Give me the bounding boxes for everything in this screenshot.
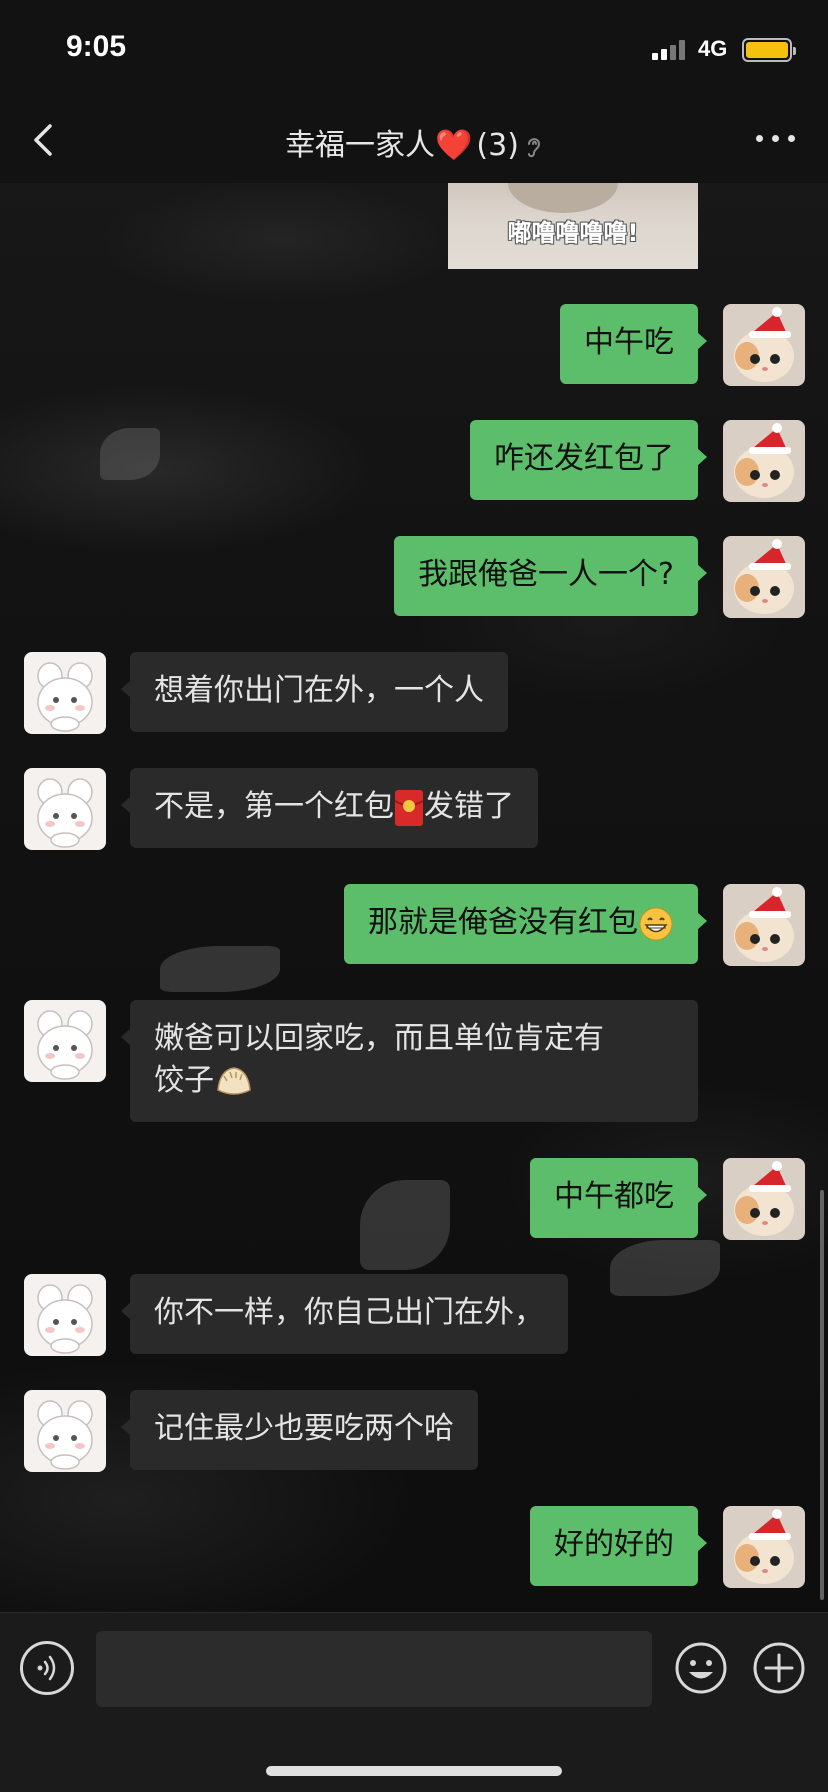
contact-avatar[interactable] — [24, 652, 106, 734]
mute-ear-icon — [527, 137, 540, 157]
incoming-message-bubble[interactable]: 想着你出门在外，一个人 — [121, 652, 508, 732]
incoming-message-bubble[interactable]: 不是，第一个红包 发错了 — [121, 768, 538, 848]
emoji-icon[interactable] — [674, 1641, 728, 1695]
message-text: 中午吃 — [584, 325, 674, 360]
outgoing-message-bubble[interactable]: 我跟俺爸一人一个? — [394, 536, 707, 616]
message-text: 饺子 — [154, 1063, 214, 1098]
wallpaper-leaf — [610, 1240, 720, 1296]
outgoing-message-bubble[interactable]: 中午吃 — [560, 304, 707, 384]
message-text: 咋还发红包了 — [494, 441, 674, 476]
contact-avatar[interactable] — [24, 1000, 106, 1082]
my-avatar[interactable] — [723, 536, 805, 618]
my-avatar[interactable] — [723, 304, 805, 386]
status-time: 9:05 — [66, 30, 127, 63]
outgoing-message-bubble[interactable]: 咋还发红包了 — [470, 420, 707, 500]
my-avatar[interactable] — [723, 884, 805, 966]
member-count: (3) — [476, 128, 519, 163]
message-text: 记住最少也要吃两个哈 — [154, 1411, 454, 1446]
dumpling-icon — [217, 1066, 251, 1095]
wallpaper-leaf — [160, 946, 280, 992]
message-text-input[interactable] — [96, 1631, 652, 1707]
heart-emoji-icon: ❤️ — [435, 128, 473, 163]
outgoing-message-bubble[interactable]: 中午都吃 — [530, 1158, 707, 1238]
scrollbar[interactable] — [820, 1190, 824, 1600]
signal-strength-icon — [652, 38, 692, 60]
message-text: 好的好的 — [554, 1527, 674, 1562]
group-name: 幸福一家人 — [285, 128, 436, 163]
my-avatar[interactable] — [723, 420, 805, 502]
home-indicator[interactable] — [266, 1766, 562, 1776]
battery-icon — [742, 38, 796, 62]
message-text: 我跟俺爸一人一个? — [418, 557, 674, 592]
contact-avatar[interactable] — [24, 768, 106, 850]
plus-icon[interactable] — [752, 1641, 806, 1695]
outgoing-message-bubble[interactable]: 好的好的 — [530, 1506, 707, 1586]
contact-avatar[interactable] — [24, 1274, 106, 1356]
status-bar: 9:05 4G — [0, 0, 828, 100]
message-text: 发错了 — [424, 789, 514, 824]
incoming-message-bubble[interactable]: 嫩爸可以回家吃，而且单位肯定有 饺子 — [121, 1000, 698, 1122]
my-avatar[interactable] — [723, 1506, 805, 1588]
voice-icon[interactable] — [20, 1641, 74, 1695]
chat-title[interactable]: 幸福一家人❤️ (3) — [0, 120, 828, 164]
network-type: 4G — [698, 36, 728, 61]
message-text: 不是，第一个红包 — [154, 789, 394, 824]
wallpaper-leaf — [360, 1180, 450, 1270]
outgoing-message-bubble[interactable]: 那就是俺爸没有红包 — [344, 884, 707, 964]
red-envelope-icon — [394, 789, 424, 826]
message-text: 你不一样，你自己出门在外， — [154, 1295, 544, 1330]
message-text: 想着你出门在外，一个人 — [154, 673, 484, 708]
incoming-message-bubble[interactable]: 记住最少也要吃两个哈 — [121, 1390, 478, 1470]
more-dots-icon[interactable] — [754, 128, 798, 148]
wallpaper-leaf — [100, 428, 160, 480]
message-text: 嫩爸可以回家吃，而且单位肯定有 — [154, 1021, 604, 1056]
chat-header: 幸福一家人❤️ (3) — [0, 100, 828, 183]
sticker-caption: 嘟噜噜噜噜! — [507, 219, 639, 247]
sticker-image[interactable]: 嘟噜噜噜噜! — [448, 183, 698, 269]
contact-avatar[interactable] — [24, 1390, 106, 1472]
my-avatar[interactable] — [723, 1158, 805, 1240]
message-text: 中午都吃 — [554, 1179, 674, 1214]
message-input-bar — [0, 1612, 828, 1792]
message-text: 那就是俺爸没有红包 — [368, 905, 638, 940]
incoming-message-bubble[interactable]: 你不一样，你自己出门在外， — [121, 1274, 568, 1354]
grinning-face-icon — [639, 907, 673, 940]
